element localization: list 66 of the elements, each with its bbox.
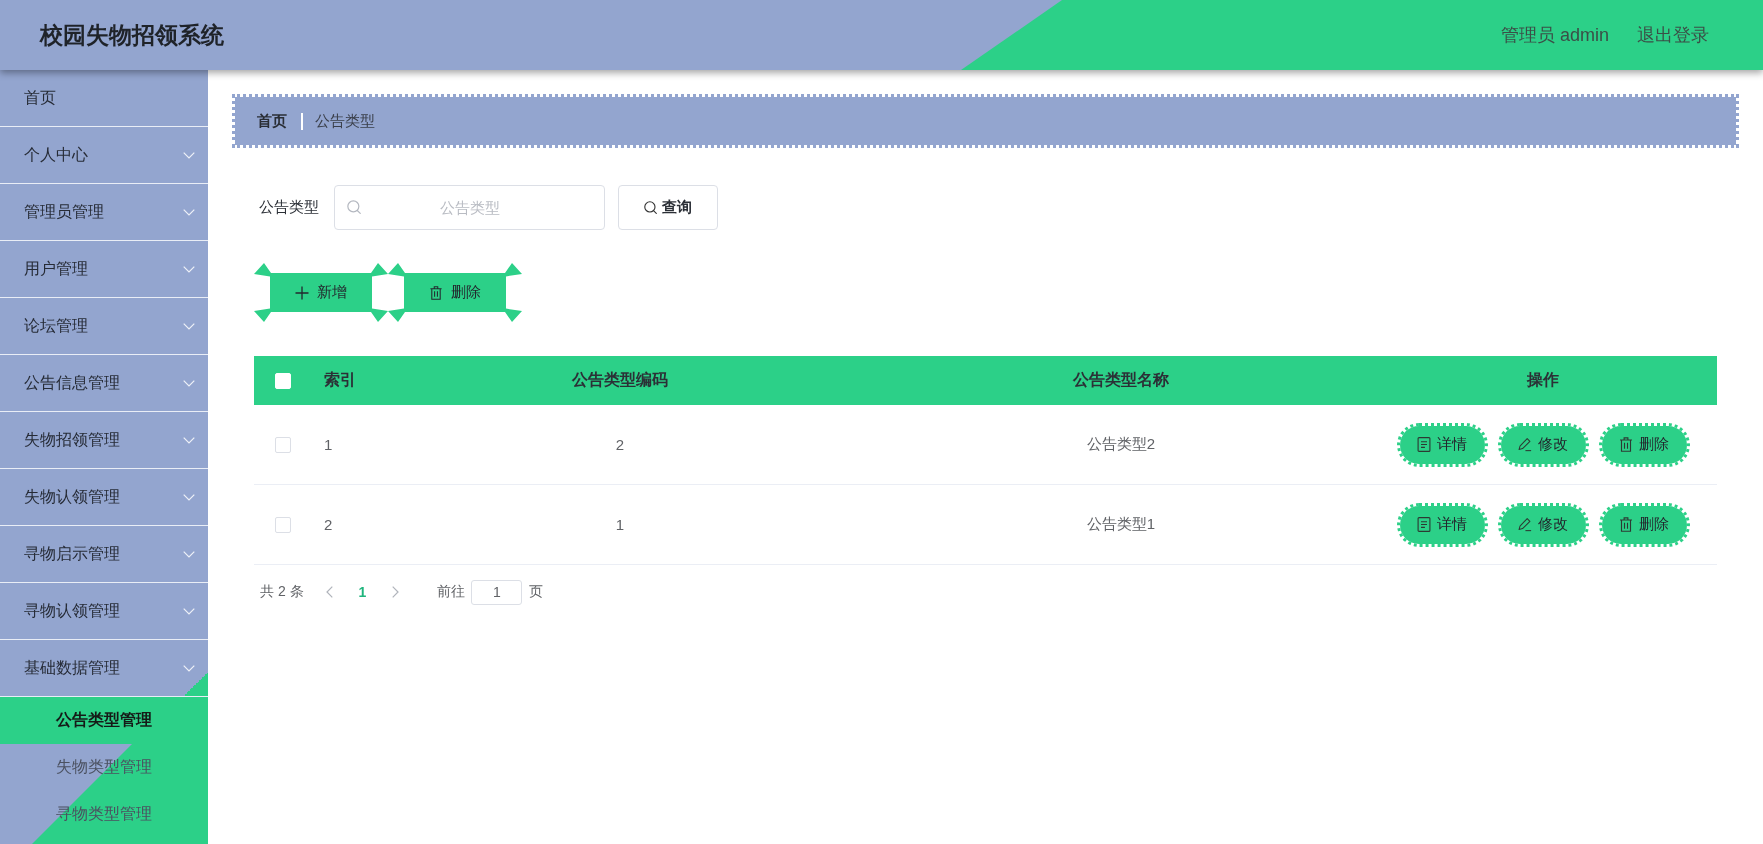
details-button[interactable]: 详情 <box>1396 502 1488 547</box>
chevron-down-icon <box>183 322 195 330</box>
chevron-down-icon <box>183 379 195 387</box>
document-icon <box>1417 517 1431 532</box>
delete-button[interactable]: 删除 <box>1598 422 1690 467</box>
goto-label: 前往 <box>437 583 466 601</box>
pencil-icon <box>1518 437 1532 452</box>
plus-icon <box>295 285 309 300</box>
row-checkbox[interactable] <box>275 516 291 533</box>
column-header: 索引 <box>324 370 356 390</box>
pencil-icon <box>1518 517 1532 532</box>
document-icon <box>1417 437 1431 452</box>
menu-item[interactable]: 个人中心 <box>0 127 208 184</box>
total-count: 共 2 条 <box>260 583 304 601</box>
column-header: 公告类型编码 <box>572 370 668 390</box>
table-cell: 1 <box>324 436 333 453</box>
delete-button[interactable]: 删除 <box>1598 502 1690 547</box>
menu-item[interactable]: 失物认领管理 <box>0 469 208 526</box>
breadcrumb-link[interactable]: 首页 <box>257 111 287 131</box>
chevron-right-icon[interactable] <box>392 586 400 598</box>
chevron-down-icon <box>183 436 195 444</box>
row-checkbox[interactable] <box>275 436 291 453</box>
chevron-down-icon <box>183 607 195 615</box>
menu-item[interactable]: 用户管理 <box>0 241 208 298</box>
page-suffix: 页 <box>529 583 544 601</box>
table-cell: 公告类型2 <box>1086 435 1156 454</box>
search-field[interactable]: 公告类型 <box>334 185 605 230</box>
edit-button[interactable]: 修改 <box>1497 422 1589 467</box>
menu-item[interactable]: 失物招领管理 <box>0 412 208 469</box>
menu-item[interactable]: 寻物启示管理 <box>0 526 208 583</box>
trash-icon <box>1619 437 1633 452</box>
details-button[interactable]: 详情 <box>1396 422 1488 467</box>
trash-icon <box>1619 517 1633 532</box>
table-cell: 1 <box>615 516 625 533</box>
breadcrumb-current: 公告类型 <box>315 111 375 131</box>
app-title: 校园失物招领系统 <box>40 20 224 50</box>
select-all-checkbox[interactable] <box>275 372 291 389</box>
search-icon <box>347 200 361 214</box>
chevron-down-icon <box>183 664 195 672</box>
search-icon <box>644 201 657 214</box>
edit-button[interactable]: 修改 <box>1497 502 1589 547</box>
page-input[interactable]: 1 <box>471 579 523 605</box>
column-header: 公告类型名称 <box>1073 370 1169 390</box>
user-label: 管理员 admin <box>1500 24 1609 47</box>
chevron-down-icon <box>183 550 195 558</box>
menu-item[interactable]: 管理员管理 <box>0 184 208 241</box>
table-cell: 2 <box>615 436 625 453</box>
submenu-item[interactable]: 公告类型管理 <box>0 697 208 744</box>
logout-link[interactable]: 退出登录 <box>1637 23 1709 47</box>
search-label: 公告类型 <box>259 198 319 217</box>
menu-item[interactable]: 寻物认领管理 <box>0 583 208 640</box>
delete-button[interactable]: 删除 <box>388 263 522 322</box>
query-button[interactable]: 查询 <box>618 185 718 230</box>
menu-item[interactable]: 论坛管理 <box>0 298 208 355</box>
chevron-down-icon <box>183 208 195 216</box>
chevron-left-icon[interactable] <box>325 586 333 598</box>
trash-icon <box>429 285 443 300</box>
chevron-down-icon <box>183 265 195 273</box>
table-cell: 2 <box>324 516 333 533</box>
menu-item[interactable]: 公告信息管理 <box>0 355 208 412</box>
add-button[interactable]: 新增 <box>254 263 388 322</box>
chevron-down-icon <box>183 493 195 501</box>
column-header: 操作 <box>1527 370 1559 390</box>
menu-item[interactable]: 首页 <box>0 70 208 127</box>
table-cell: 公告类型1 <box>1086 515 1156 534</box>
chevron-down-icon <box>183 151 195 159</box>
